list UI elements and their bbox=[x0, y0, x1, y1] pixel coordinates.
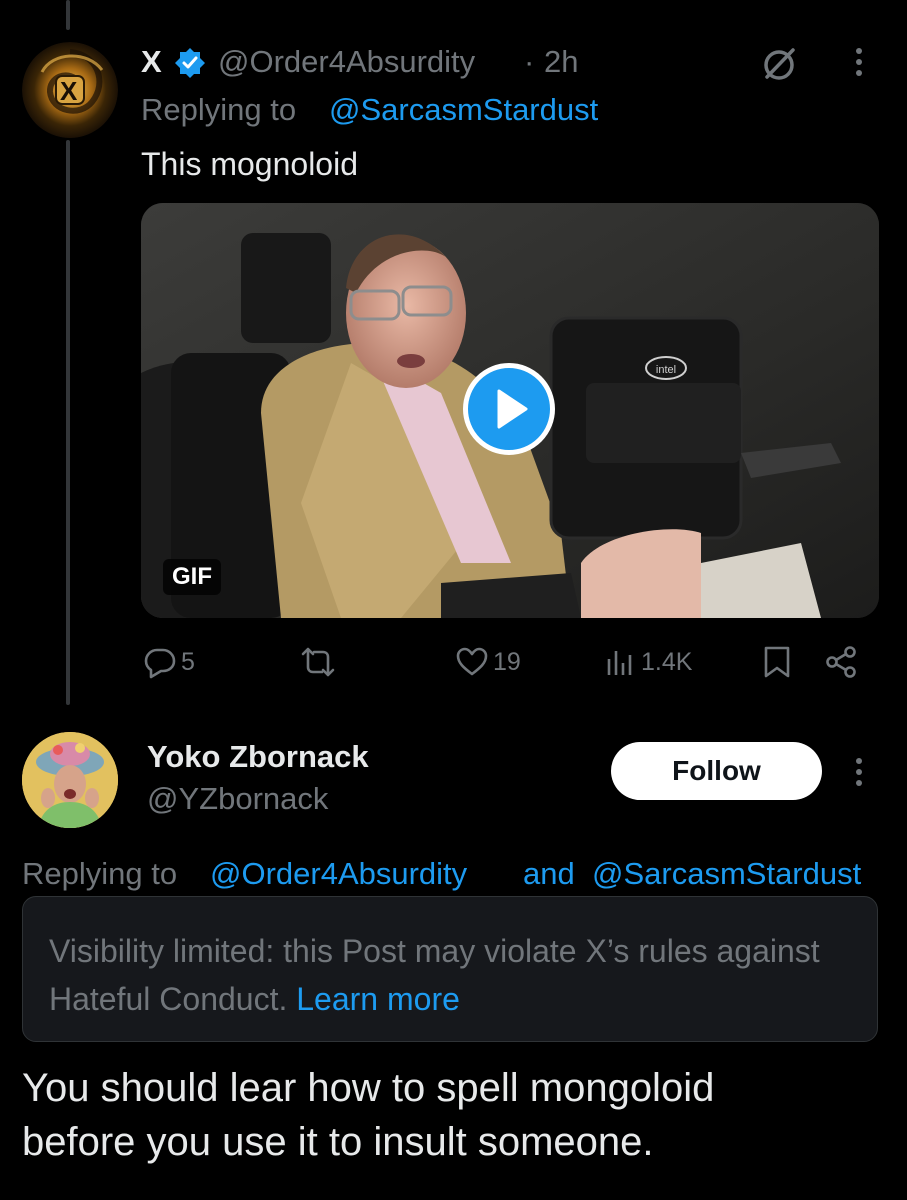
tweet-text-line-1: You should lear how to spell mongoloid bbox=[22, 1066, 715, 1110]
views-count: 1.4K bbox=[641, 647, 693, 676]
replying-to-link-1[interactable]: @Order4Absurdity bbox=[210, 856, 467, 892]
share-button[interactable] bbox=[824, 645, 858, 679]
verified-badge-icon bbox=[174, 47, 206, 84]
replying-to-link-2[interactable]: @SarcasmStardust bbox=[592, 856, 861, 892]
bookmark-icon bbox=[764, 646, 790, 678]
avatar[interactable] bbox=[22, 732, 118, 828]
play-button[interactable] bbox=[463, 363, 555, 455]
like-button[interactable]: 19 bbox=[455, 645, 521, 679]
bookmark-button[interactable] bbox=[762, 645, 792, 679]
handle[interactable]: @YZbornack bbox=[147, 781, 328, 817]
reply-count: 5 bbox=[181, 647, 195, 676]
learn-more-link[interactable]: Learn more bbox=[296, 981, 460, 1017]
grok-icon[interactable] bbox=[760, 44, 800, 89]
play-icon bbox=[497, 389, 528, 429]
views-chart-icon bbox=[607, 651, 632, 675]
visibility-limited-notice: Visibility limited: this Post may violat… bbox=[22, 896, 878, 1042]
replying-to-and: and bbox=[523, 856, 575, 891]
thread-line-top bbox=[66, 0, 70, 30]
views-button[interactable]: 1.4K bbox=[605, 645, 692, 679]
gif-media[interactable]: intel GIF bbox=[141, 203, 879, 618]
separator-dot: · bbox=[524, 44, 535, 79]
heart-icon bbox=[456, 647, 488, 676]
display-name[interactable]: X bbox=[141, 44, 162, 80]
intel-logo-text: intel bbox=[656, 364, 676, 376]
more-options-icon[interactable] bbox=[855, 48, 863, 81]
repost-icon bbox=[301, 647, 335, 677]
timestamp[interactable]: 2h bbox=[544, 44, 578, 80]
follow-button[interactable]: Follow bbox=[611, 742, 822, 800]
gif-badge: GIF bbox=[163, 559, 221, 595]
handle[interactable]: @Order4Absurdity bbox=[218, 44, 475, 80]
thread-line-middle bbox=[66, 140, 70, 705]
like-count: 19 bbox=[493, 647, 521, 676]
avatar[interactable]: X bbox=[22, 42, 118, 138]
display-name[interactable]: Yoko Zbornack bbox=[147, 739, 369, 775]
share-icon bbox=[826, 646, 856, 678]
reply-icon bbox=[144, 648, 176, 679]
tweet-text-line-2: before you use it to insult someone. bbox=[22, 1120, 654, 1164]
more-options-icon[interactable] bbox=[855, 758, 863, 791]
notice-text-block: Visibility limited: this Post may violat… bbox=[49, 927, 849, 1023]
repost-button[interactable] bbox=[300, 645, 340, 679]
tweet-text: This mognoloid bbox=[141, 146, 358, 182]
avatar-letter: X bbox=[60, 76, 78, 106]
replying-to-prefix: Replying to bbox=[141, 92, 297, 127]
replying-to-link[interactable]: @SarcasmStardust bbox=[329, 92, 598, 128]
woman-with-hat-avatar-image bbox=[22, 732, 118, 828]
reply-button[interactable]: 5 bbox=[143, 645, 195, 679]
replying-to-prefix: Replying to bbox=[22, 856, 178, 891]
